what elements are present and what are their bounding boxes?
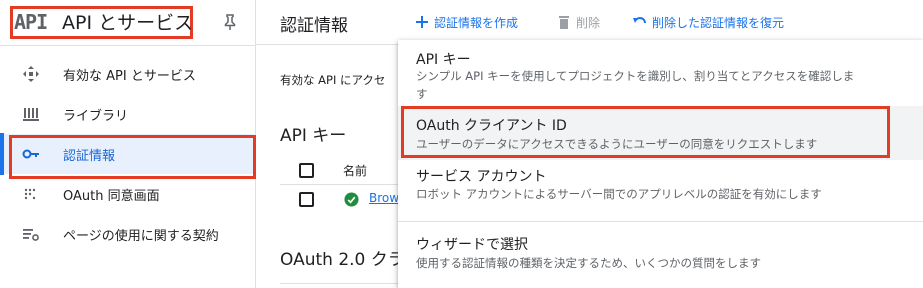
menu-item-api-key[interactable]: API キー シンプル API キーを使用してプロジェクトを識別し、割り当てとア… — [398, 40, 923, 106]
menu-item-wizard[interactable]: ウィザードで選択 使用する認証情報の種類を決定するため、いくつかの質問をします — [398, 226, 923, 280]
sidebar-header: API API とサービス — [0, 0, 256, 45]
diamond-arrows-icon — [23, 66, 39, 82]
active-indicator — [0, 133, 4, 175]
oauth-clients-heading: OAuth 2.0 クラ — [280, 250, 405, 270]
sidebar-item-oauth-consent[interactable]: OAuth 同意画面 — [0, 174, 256, 214]
api-logo: API — [14, 10, 48, 34]
sidebar-item-library[interactable]: ライブラリ — [0, 94, 256, 134]
sidebar-item-label: ライブラリ — [63, 109, 129, 124]
dotted-grid-icon — [24, 188, 36, 200]
product-title: API とサービス — [62, 12, 194, 34]
row-checkbox[interactable] — [299, 192, 314, 207]
delete-label: 削除 — [576, 15, 601, 30]
pin-icon[interactable] — [222, 13, 238, 31]
trash-icon — [559, 16, 569, 29]
create-credentials-menu: API キー シンプル API キーを使用してプロジェクトを識別し、割り当てとア… — [398, 40, 923, 288]
sidebar-item-enabled-apis[interactable]: 有効な API とサービス — [0, 54, 256, 94]
menu-item-description: 使用する認証情報の種類を決定するため、いくつかの質問をします — [416, 256, 761, 270]
name-column-header: 名前 — [343, 164, 368, 178]
sidebar-divider — [0, 45, 256, 46]
table-divider — [280, 283, 400, 284]
plus-icon — [416, 16, 428, 28]
library-icon — [23, 108, 39, 121]
create-credentials-button[interactable]: 認証情報を作成 — [414, 12, 518, 32]
menu-item-description: ロボット アカウントによるサーバー間でのアプリレベルの認証を有効にします — [416, 187, 822, 201]
menu-item-title: サービス アカウント — [416, 169, 547, 185]
top-toolbar: 認証情報 認証情報を作成 削除 削除した認証情報を復元 — [256, 0, 923, 45]
sidebar-item-page-agreements[interactable]: ページの使用に関する契約 — [0, 214, 256, 254]
menu-item-service-account[interactable]: サービス アカウント ロボット アカウントによるサーバー間でのアプリレベルの認証… — [398, 160, 923, 212]
page-title: 認証情報 — [280, 16, 348, 36]
sidebar: API API とサービス 有効な API とサービス ライブラリ 認証情報 O… — [0, 0, 256, 288]
api-key-name-link[interactable]: Brow — [369, 191, 399, 205]
select-all-checkbox[interactable] — [299, 163, 314, 178]
sidebar-item-label: 有効な API とサービス — [63, 69, 196, 84]
menu-item-title: API キー — [416, 52, 471, 68]
check-circle-icon — [344, 192, 359, 207]
restore-deleted-label: 削除した認証情報を復元 — [652, 15, 785, 30]
annotation-highlight-box — [9, 135, 256, 179]
menu-item-title: ウィザードで選択 — [416, 237, 528, 253]
restore-deleted-button[interactable]: 削除した認証情報を復元 — [632, 12, 784, 32]
settings-list-icon — [23, 229, 39, 241]
api-keys-heading: API キー — [280, 126, 347, 146]
delete-button[interactable]: 削除 — [556, 12, 600, 32]
create-credentials-label: 認証情報を作成 — [434, 15, 519, 30]
credentials-description: 有効な API にアクセ — [280, 73, 386, 87]
sidebar-item-label: ページの使用に関する契約 — [63, 229, 219, 244]
undo-icon — [633, 17, 646, 24]
sidebar-item-label: OAuth 同意画面 — [63, 189, 160, 204]
table-header-divider — [280, 184, 410, 185]
menu-item-description: シンプル API キーを使用してプロジェクトを識別し、割り当てとアクセスを確認し… — [416, 69, 855, 101]
annotation-highlight-box — [401, 106, 890, 158]
menu-separator — [398, 221, 923, 222]
